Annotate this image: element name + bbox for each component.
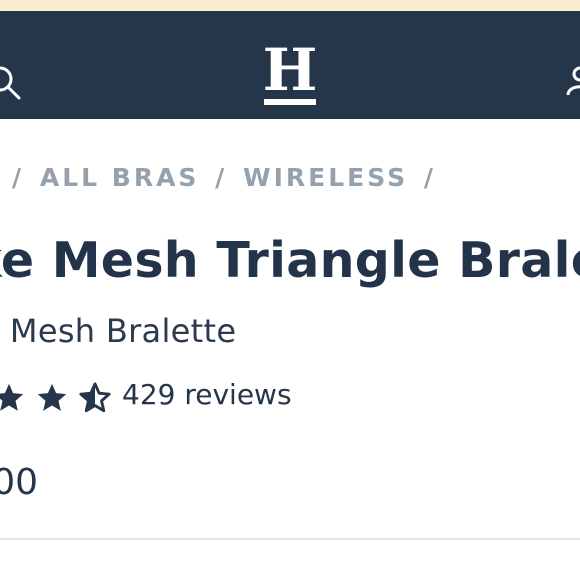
star-half-icon [79,382,111,413]
breadcrumb-separator: / [215,163,228,192]
svg-text:H: H [263,40,318,104]
breadcrumb-separator: / [12,163,25,192]
rating-row[interactable]: 429 reviews [0,376,580,420]
brand-logo[interactable]: H [262,36,318,110]
review-count[interactable]: 429 reviews [122,378,292,411]
account-icon[interactable] [566,66,580,96]
star-full-icon [37,383,67,411]
star-full-icon [0,383,24,411]
product-price: 00 [0,462,38,503]
section-divider [0,538,580,540]
product-subtitle: r Mesh Bralette [0,312,237,350]
product-title: ke Mesh Triangle Bralet [0,232,580,289]
breadcrumb: / ALL BRAS / WIRELESS / [0,163,440,199]
logo-mark: H [263,36,318,105]
search-icon[interactable] [0,63,24,103]
product-subtitle-wrap: r Mesh Bralette [0,312,580,358]
product-page: H / ALL BRAS / WIRELESS / ke Mesh Triang… [0,0,580,580]
site-header: H [0,11,580,119]
breadcrumb-separator: / [423,163,436,192]
product-title-wrap: ke Mesh Triangle Bralet [0,232,580,302]
breadcrumb-all-bras[interactable]: ALL BRAS [40,163,200,192]
price-wrap: 00 [0,462,120,512]
breadcrumb-wireless[interactable]: WIRELESS [243,163,408,192]
promo-bar [0,0,580,11]
